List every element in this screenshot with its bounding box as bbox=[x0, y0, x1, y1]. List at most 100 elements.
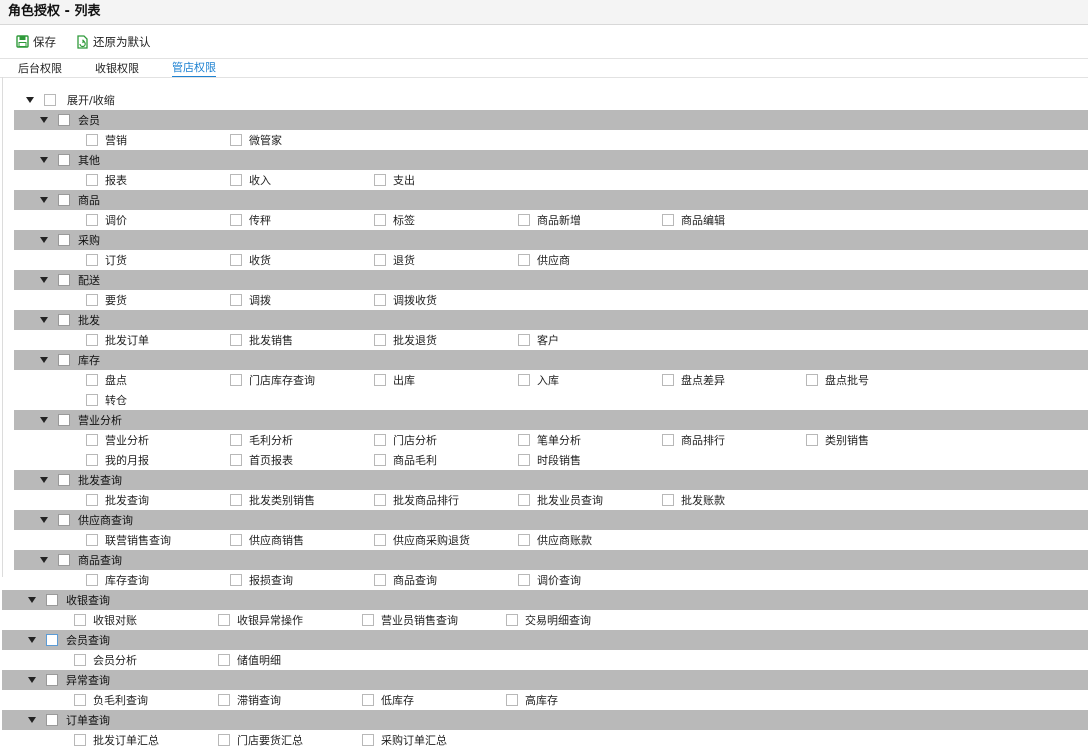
permission-item[interactable]: 盘点 bbox=[86, 370, 230, 390]
permission-checkbox[interactable] bbox=[518, 454, 530, 466]
permission-item[interactable]: 批发销售 bbox=[230, 330, 374, 350]
permission-checkbox[interactable] bbox=[374, 434, 386, 446]
permission-checkbox[interactable] bbox=[374, 174, 386, 186]
permission-checkbox[interactable] bbox=[86, 434, 98, 446]
permission-checkbox[interactable] bbox=[86, 254, 98, 266]
permission-checkbox[interactable] bbox=[518, 254, 530, 266]
permission-checkbox[interactable] bbox=[230, 214, 242, 226]
permission-item[interactable]: 交易明细查询 bbox=[506, 610, 650, 630]
root-checkbox[interactable] bbox=[44, 94, 56, 106]
permission-item[interactable]: 收货 bbox=[230, 250, 374, 270]
permission-checkbox[interactable] bbox=[230, 134, 242, 146]
collapse-toggle-icon[interactable] bbox=[40, 317, 48, 323]
permission-checkbox[interactable] bbox=[374, 494, 386, 506]
reset-default-button[interactable]: 还原为默认 bbox=[76, 34, 151, 50]
permission-item[interactable]: 出库 bbox=[374, 370, 518, 390]
permission-checkbox[interactable] bbox=[230, 534, 242, 546]
permission-checkbox[interactable] bbox=[662, 434, 674, 446]
permission-checkbox[interactable] bbox=[230, 374, 242, 386]
group-checkbox[interactable] bbox=[58, 234, 70, 246]
permission-item[interactable]: 转仓 bbox=[86, 390, 230, 410]
permission-checkbox[interactable] bbox=[362, 694, 374, 706]
group-checkbox[interactable] bbox=[58, 194, 70, 206]
permission-item[interactable]: 商品查询 bbox=[374, 570, 518, 590]
permission-item[interactable]: 盘点差异 bbox=[662, 370, 806, 390]
permission-item[interactable]: 会员分析 bbox=[74, 650, 218, 670]
permission-item[interactable]: 供应商销售 bbox=[230, 530, 374, 550]
permission-item[interactable]: 收银异常操作 bbox=[218, 610, 362, 630]
permission-checkbox[interactable] bbox=[74, 614, 86, 626]
collapse-toggle-icon[interactable] bbox=[40, 557, 48, 563]
permission-item[interactable]: 调价 bbox=[86, 210, 230, 230]
permission-checkbox[interactable] bbox=[662, 214, 674, 226]
permission-item[interactable]: 收入 bbox=[230, 170, 374, 190]
group-checkbox[interactable] bbox=[58, 114, 70, 126]
permission-item[interactable]: 门店要货汇总 bbox=[218, 730, 362, 750]
permission-checkbox[interactable] bbox=[506, 694, 518, 706]
group-checkbox[interactable] bbox=[58, 554, 70, 566]
permission-checkbox[interactable] bbox=[218, 694, 230, 706]
permission-checkbox[interactable] bbox=[518, 374, 530, 386]
permission-checkbox[interactable] bbox=[806, 434, 818, 446]
permission-item[interactable]: 笔单分析 bbox=[518, 430, 662, 450]
permission-item[interactable]: 门店库存查询 bbox=[230, 370, 374, 390]
group-checkbox[interactable] bbox=[58, 474, 70, 486]
permission-item[interactable]: 退货 bbox=[374, 250, 518, 270]
collapse-toggle-icon[interactable] bbox=[28, 597, 36, 603]
permission-item[interactable]: 批发业员查询 bbox=[518, 490, 662, 510]
permission-checkbox[interactable] bbox=[374, 574, 386, 586]
permission-item[interactable]: 微管家 bbox=[230, 130, 374, 150]
permission-checkbox[interactable] bbox=[218, 614, 230, 626]
permission-checkbox[interactable] bbox=[86, 534, 98, 546]
permission-item[interactable]: 商品编辑 bbox=[662, 210, 806, 230]
permission-checkbox[interactable] bbox=[374, 294, 386, 306]
permission-item[interactable]: 商品毛利 bbox=[374, 450, 518, 470]
permission-item[interactable]: 供应商 bbox=[518, 250, 662, 270]
permission-checkbox[interactable] bbox=[86, 574, 98, 586]
permission-checkbox[interactable] bbox=[806, 374, 818, 386]
collapse-toggle-icon[interactable] bbox=[40, 477, 48, 483]
group-checkbox[interactable] bbox=[58, 154, 70, 166]
permission-item[interactable]: 批发商品排行 bbox=[374, 490, 518, 510]
collapse-toggle-icon[interactable] bbox=[28, 677, 36, 683]
permission-item[interactable]: 盘点批号 bbox=[806, 370, 950, 390]
tab-backend-permissions[interactable]: 后台权限 bbox=[18, 60, 62, 77]
permission-item[interactable]: 类别销售 bbox=[806, 430, 950, 450]
permission-checkbox[interactable] bbox=[374, 374, 386, 386]
collapse-toggle-icon[interactable] bbox=[40, 117, 48, 123]
collapse-toggle-icon[interactable] bbox=[40, 517, 48, 523]
permission-item[interactable]: 营业分析 bbox=[86, 430, 230, 450]
group-checkbox[interactable] bbox=[46, 674, 58, 686]
permission-checkbox[interactable] bbox=[662, 374, 674, 386]
permission-checkbox[interactable] bbox=[86, 334, 98, 346]
permission-checkbox[interactable] bbox=[230, 454, 242, 466]
permission-item[interactable]: 时段销售 bbox=[518, 450, 662, 470]
permission-item[interactable]: 调拨收货 bbox=[374, 290, 518, 310]
permission-item[interactable]: 滞销查询 bbox=[218, 690, 362, 710]
permission-checkbox[interactable] bbox=[230, 494, 242, 506]
permission-item[interactable]: 联营销售查询 bbox=[86, 530, 230, 550]
permission-item[interactable]: 标签 bbox=[374, 210, 518, 230]
permission-item[interactable]: 收银对账 bbox=[74, 610, 218, 630]
permission-checkbox[interactable] bbox=[86, 134, 98, 146]
permission-item[interactable]: 批发查询 bbox=[86, 490, 230, 510]
permission-checkbox[interactable] bbox=[86, 214, 98, 226]
permission-checkbox[interactable] bbox=[518, 434, 530, 446]
permission-checkbox[interactable] bbox=[230, 294, 242, 306]
tab-cashier-permissions[interactable]: 收银权限 bbox=[95, 60, 139, 77]
collapse-toggle-icon[interactable] bbox=[40, 237, 48, 243]
permission-item[interactable]: 毛利分析 bbox=[230, 430, 374, 450]
permission-checkbox[interactable] bbox=[374, 254, 386, 266]
collapse-toggle-icon[interactable] bbox=[28, 717, 36, 723]
permission-checkbox[interactable] bbox=[518, 214, 530, 226]
permission-item[interactable]: 供应商采购退货 bbox=[374, 530, 518, 550]
permission-checkbox[interactable] bbox=[230, 254, 242, 266]
permission-checkbox[interactable] bbox=[230, 334, 242, 346]
permission-item[interactable]: 入库 bbox=[518, 370, 662, 390]
permission-item[interactable]: 高库存 bbox=[506, 690, 650, 710]
permission-checkbox[interactable] bbox=[74, 654, 86, 666]
permission-checkbox[interactable] bbox=[374, 454, 386, 466]
permission-item[interactable]: 储值明细 bbox=[218, 650, 362, 670]
permission-checkbox[interactable] bbox=[230, 574, 242, 586]
permission-checkbox[interactable] bbox=[230, 434, 242, 446]
